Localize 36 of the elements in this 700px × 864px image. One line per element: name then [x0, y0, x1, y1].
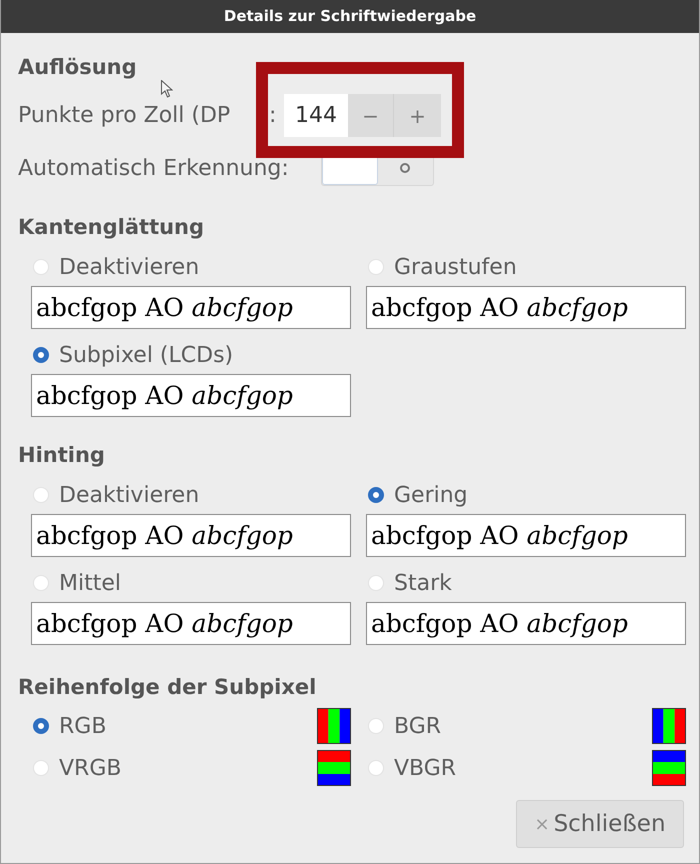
section-heading: Kantenglättung	[18, 214, 206, 240]
section-heading: Reihenfolge der Subpixel	[18, 674, 318, 700]
font-preview: abcfgop AO abcfgop	[366, 286, 686, 329]
option-label[interactable]: VRGB	[59, 752, 122, 784]
close-icon: ×	[534, 810, 550, 838]
option-label[interactable]: BGR	[394, 710, 442, 742]
dpi-input-field[interactable]: 144	[284, 94, 348, 137]
window-title: Details zur Schriftwiedergabe	[224, 6, 476, 28]
option-label[interactable]: VBGR	[394, 752, 456, 784]
option-label[interactable]: Subpixel (LCDs)	[59, 338, 234, 372]
font-preview: abcfgop AO abcfgop	[31, 286, 351, 329]
radio-button[interactable]	[368, 487, 384, 503]
decrement-button[interactable]: −	[348, 94, 394, 137]
option-label[interactable]: Deaktivieren	[59, 250, 200, 284]
section-heading: Auflösung	[18, 54, 138, 80]
increment-button[interactable]: +	[394, 94, 441, 137]
auto-detect-label: Automatisch Erkennung:	[18, 154, 289, 182]
radio-button[interactable]	[33, 347, 49, 363]
close-button[interactable]: × Schließen	[516, 800, 684, 848]
option-label[interactable]: Stark	[394, 566, 452, 600]
section-heading: Hinting	[18, 442, 106, 468]
font-preview: abcfgop AO abcfgop	[31, 514, 351, 557]
font-preview: abcfgop AO abcfgop	[366, 602, 686, 645]
option-label[interactable]: Deaktivieren	[59, 478, 200, 512]
off-symbol-icon	[399, 162, 412, 174]
option-label[interactable]: Graustufen	[394, 250, 517, 284]
font-preview: abcfgop AO abcfgop	[31, 374, 351, 417]
font-preview: abcfgop AO abcfgop	[366, 514, 686, 557]
font-preview: abcfgop AO abcfgop	[31, 602, 351, 645]
option-label[interactable]: Gering	[394, 478, 468, 512]
dpi-label: Punkte pro Zoll (DP	[18, 102, 232, 130]
mouse-pointer-icon	[161, 80, 173, 98]
radio-button[interactable]	[33, 718, 49, 734]
option-label[interactable]: Mittel	[59, 566, 121, 600]
option-label[interactable]: RGB	[59, 710, 106, 742]
colon-label: :	[269, 102, 278, 130]
